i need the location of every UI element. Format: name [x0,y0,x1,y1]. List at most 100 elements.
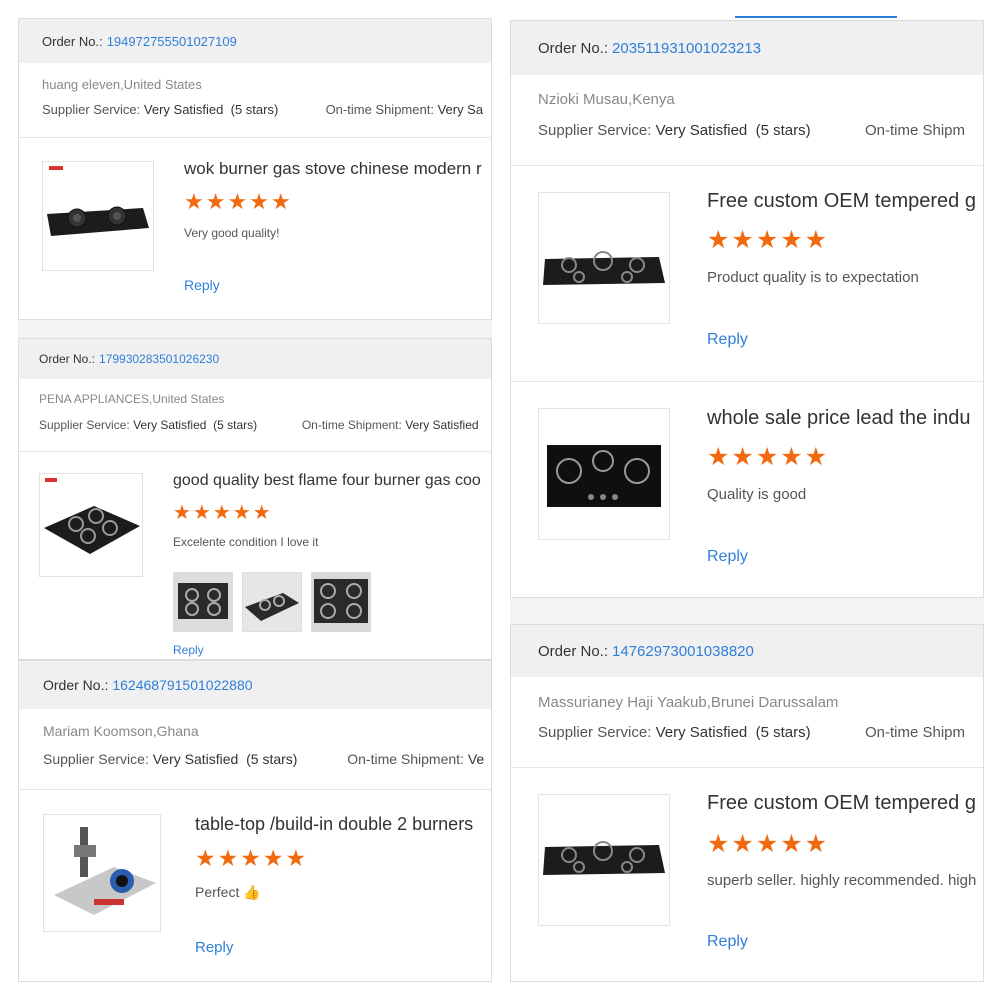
stove-photo-image [243,573,301,631]
buyer-name: PENA APPLIANCES,United States [39,392,225,406]
supplier-service-stars: (5 stars) [230,102,279,117]
order-header: Order No.: 14762973001038820 [511,625,983,677]
reply-link[interactable]: Reply [707,933,748,951]
review-card-5: Order No.: 14762973001038820 Massurianey… [510,624,984,982]
gas-hob-5-burner-image [543,841,665,875]
product-thumbnail[interactable] [43,814,161,932]
order-number-link[interactable]: 194972755501027109 [107,34,237,49]
order-header: Order No.: 179930283501026230 [19,339,491,379]
product-thumbnail[interactable] [538,794,670,926]
shipment-label: On-time Shipm [864,122,966,139]
review-comment: Quality is good [707,486,807,503]
review-photo-2[interactable] [242,572,302,632]
reply-link[interactable]: Reply [707,548,748,566]
supplier-service-value: Very Satisfied [152,751,239,767]
supplier-service-label: Supplier Service: [42,102,141,117]
supplier-service-label: Supplier Service: [538,122,652,139]
product-title-link[interactable]: Free custom OEM tempered g [707,190,976,213]
product-title-link[interactable]: table-top /build-in double 2 burners [195,814,473,835]
gas-stove-2-burner-image [47,166,149,236]
divider [19,789,491,790]
order-header: Order No.: 203511931001023213 [511,21,983,75]
card-gap [18,320,492,338]
order-header: Order No.: 162468791501022880 [19,661,491,709]
rating-stars: ★★★★★ [707,443,830,471]
rating-stars: ★★★★★ [707,226,830,254]
buyer-name: Mariam Koomson,Ghana [43,723,199,739]
supplier-service-value: Very Satisfied [133,418,207,432]
supplier-service-label: Supplier Service: [538,724,652,741]
order-label: Order No.: [42,33,103,49]
shipment-label: On-time Shipm [864,724,966,741]
stove-photo-image [174,573,232,631]
buyer-name: Massurianey Haji Yaakub,Brunei Darussala… [538,694,839,711]
order-label: Order No.: [39,352,96,366]
thumbs-up-icon: 👍 [243,884,261,900]
review-photo-1[interactable] [173,572,233,632]
divider [511,165,983,166]
product-title-link[interactable]: Free custom OEM tempered g [707,792,976,815]
review-comment: Very good quality! [184,226,280,240]
rating-stars: ★★★★★ [184,189,293,214]
shipment-label: On-time Shipment: [347,751,464,767]
rating-stars: ★★★★★ [173,502,273,524]
active-tab-indicator [735,16,897,18]
buyer-name: Nzioki Musau,Kenya [538,91,675,108]
divider [19,137,491,138]
divider [511,381,983,382]
product-title-link[interactable]: whole sale price lead the indu [707,407,971,430]
rating-stars: ★★★★★ [707,830,830,858]
reply-link[interactable]: Reply [195,939,233,956]
order-label: Order No.: [43,677,109,693]
supplier-service-label: Supplier Service: [43,751,149,767]
review-comment: Perfect 👍 [195,884,261,901]
service-rating: Supplier Service: Very Satisfied (5 star… [42,102,483,117]
order-label: Order No.: [538,642,609,660]
supplier-service-value: Very Satisfied [655,724,748,741]
product-thumbnail[interactable] [538,192,670,324]
service-rating: Supplier Service: Very Satisfied (5 star… [39,418,479,432]
shipment-label: On-time Shipment: [301,418,402,432]
product-thumbnail[interactable] [538,408,670,540]
service-rating: Supplier Service: Very Satisfied (5 star… [538,724,965,741]
service-rating: Supplier Service: Very Satisfied (5 star… [538,122,965,139]
reply-link[interactable]: Reply [184,277,220,293]
product-title-link[interactable]: wok burner gas stove chinese modern r [184,159,482,179]
review-card-1: Order No.: 194972755501027109 huang elev… [18,18,492,320]
supplier-service-stars: (5 stars) [755,724,811,741]
supplier-service-stars: (5 stars) [213,418,258,432]
comment-text: Perfect [195,884,240,900]
service-rating: Supplier Service: Very Satisfied (5 star… [43,751,484,767]
gas-stove-4-burner-image [44,478,140,554]
shipment-value: Very Satisfied [405,418,479,432]
order-number-link[interactable]: 162468791501022880 [112,677,252,693]
supplier-service-stars: (5 stars) [755,122,811,139]
order-number-link[interactable]: 179930283501026230 [99,352,219,366]
gas-hob-3-burner-image [547,445,661,507]
supplier-service-label: Supplier Service: [39,418,130,432]
reply-link[interactable]: Reply [707,331,748,349]
divider [511,767,983,768]
product-thumbnail[interactable] [42,161,154,271]
stove-photo-image [312,573,370,631]
order-number-link[interactable]: 203511931001023213 [612,40,761,57]
reply-link[interactable]: Reply [173,643,204,657]
supplier-service-value: Very Satisfied [655,122,748,139]
order-label: Order No.: [538,39,609,57]
review-card-4: Order No.: 203511931001023213 Nzioki Mus… [510,20,984,598]
gas-hob-5-burner-image [543,251,665,285]
supplier-service-stars: (5 stars) [246,751,298,767]
shipment-label: On-time Shipment: [325,102,434,117]
buyer-name: huang eleven,United States [42,77,202,92]
review-comment: Product quality is to expectation [707,269,919,286]
product-thumbnail[interactable] [39,473,143,577]
supplier-service-value: Very Satisfied [143,102,224,117]
review-card-2: Order No.: 179930283501026230 PENA APPLI… [18,338,492,660]
product-title-link[interactable]: good quality best flame four burner gas … [173,472,481,490]
review-photo-3[interactable] [311,572,371,632]
table-top-burner-image [54,827,156,915]
rating-stars: ★★★★★ [195,845,309,871]
review-comment: Excelente condition I love it [173,535,319,549]
card-gap [510,598,984,624]
order-number-link[interactable]: 14762973001038820 [612,643,754,660]
